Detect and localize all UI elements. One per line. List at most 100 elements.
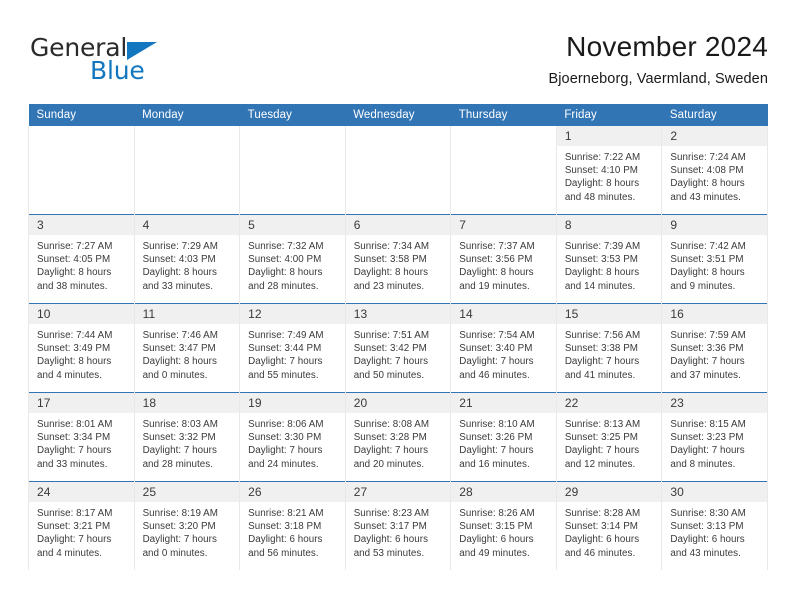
calendar-day-cell[interactable]: 20 Sunrise: 8:08 AM Sunset: 3:28 PM Dayli… bbox=[344, 392, 452, 482]
sun-times-text: Sunrise: 7:56 AM Sunset: 3:38 PM Dayligh… bbox=[564, 330, 641, 381]
calendar-table: Sunday Monday Tuesday Wednesday Thursday… bbox=[28, 104, 768, 570]
sun-times-text: Sunrise: 8:15 AM Sunset: 3:23 PM Dayligh… bbox=[670, 419, 746, 470]
sun-times-text: Sunrise: 8:13 AM Sunset: 3:25 PM Dayligh… bbox=[564, 419, 641, 470]
calendar-day-cell[interactable]: 18 Sunrise: 8:03 AM Sunset: 3:32 PM Dayli… bbox=[133, 392, 241, 482]
weekday-header-monday: Monday bbox=[134, 104, 240, 126]
general-blue-logo[interactable]: General Blue bbox=[28, 34, 258, 92]
day-number: 7 bbox=[451, 215, 556, 235]
calendar-day-cell[interactable]: 15 Sunrise: 7:56 AM Sunset: 3:38 PM Dayli… bbox=[555, 303, 663, 393]
weekday-header-sunday: Sunday bbox=[28, 104, 135, 126]
sun-times-text: Sunrise: 8:08 AM Sunset: 3:28 PM Dayligh… bbox=[353, 419, 430, 470]
sun-times-text: Sunrise: 7:42 AM Sunset: 3:51 PM Dayligh… bbox=[670, 241, 746, 292]
calendar-day-cell[interactable]: 22 Sunrise: 8:13 AM Sunset: 3:25 PM Dayli… bbox=[555, 392, 663, 482]
calendar-day-cell-empty bbox=[239, 126, 346, 215]
day-number: 8 bbox=[556, 215, 662, 235]
sun-times-text: Sunrise: 7:39 AM Sunset: 3:53 PM Dayligh… bbox=[564, 241, 641, 292]
day-number: 18 bbox=[134, 393, 240, 413]
sun-times-text: Sunrise: 7:34 AM Sunset: 3:58 PM Dayligh… bbox=[353, 241, 430, 292]
day-number: 10 bbox=[29, 304, 134, 324]
day-number: 26 bbox=[240, 482, 345, 502]
calendar-day-cell[interactable]: 26 Sunrise: 8:21 AM Sunset: 3:18 PM Dayli… bbox=[239, 481, 346, 570]
calendar-day-cell[interactable]: 23 Sunrise: 8:15 AM Sunset: 3:23 PM Dayli… bbox=[661, 392, 768, 482]
weekday-header-row: Sunday Monday Tuesday Wednesday Thursday… bbox=[28, 104, 768, 126]
day-number: 29 bbox=[556, 482, 662, 502]
calendar-day-cell[interactable]: 28 Sunrise: 8:26 AM Sunset: 3:15 PM Dayli… bbox=[450, 481, 557, 570]
day-number: 20 bbox=[345, 393, 451, 413]
calendar-week-row: 17 Sunrise: 8:01 AM Sunset: 3:34 PM Dayli… bbox=[28, 392, 768, 482]
title-block: November 2024 Bjoerneborg, Vaermland, Sw… bbox=[548, 30, 768, 90]
calendar-day-cell[interactable]: 4 Sunrise: 7:29 AM Sunset: 4:03 PM Daylig… bbox=[133, 214, 241, 304]
day-number: 23 bbox=[662, 393, 767, 413]
page-title: November 2024 bbox=[566, 31, 768, 62]
sun-times-text: Sunrise: 8:28 AM Sunset: 3:14 PM Dayligh… bbox=[564, 508, 641, 559]
calendar-day-cell[interactable]: 11 Sunrise: 7:46 AM Sunset: 3:47 PM Dayli… bbox=[133, 303, 241, 393]
weekday-header-thursday: Thursday bbox=[450, 104, 557, 126]
calendar-day-cell-empty bbox=[450, 126, 557, 215]
calendar-day-cell[interactable]: 14 Sunrise: 7:54 AM Sunset: 3:40 PM Dayli… bbox=[450, 303, 557, 393]
calendar-day-cell[interactable]: 25 Sunrise: 8:19 AM Sunset: 3:20 PM Dayli… bbox=[133, 481, 241, 570]
weekday-header-wednesday: Wednesday bbox=[345, 104, 451, 126]
day-number: 13 bbox=[345, 304, 451, 324]
sun-times-text: Sunrise: 8:01 AM Sunset: 3:34 PM Dayligh… bbox=[37, 419, 113, 470]
sun-times-text: Sunrise: 7:59 AM Sunset: 3:36 PM Dayligh… bbox=[670, 330, 746, 381]
calendar-day-cell[interactable]: 5 Sunrise: 7:32 AM Sunset: 4:00 PM Daylig… bbox=[239, 214, 346, 304]
calendar-day-cell[interactable]: 12 Sunrise: 7:49 AM Sunset: 3:44 PM Dayli… bbox=[239, 303, 346, 393]
calendar-day-cell-empty bbox=[28, 126, 135, 215]
sun-times-text: Sunrise: 8:30 AM Sunset: 3:13 PM Dayligh… bbox=[670, 508, 746, 559]
calendar-day-cell-empty bbox=[133, 126, 241, 215]
calendar-day-cell[interactable]: 16 Sunrise: 7:59 AM Sunset: 3:36 PM Dayli… bbox=[661, 303, 768, 393]
sun-times-text: Sunrise: 8:17 AM Sunset: 3:21 PM Dayligh… bbox=[37, 508, 113, 559]
calendar-day-cell[interactable]: 7 Sunrise: 7:37 AM Sunset: 3:56 PM Daylig… bbox=[450, 214, 557, 304]
day-number: 25 bbox=[134, 482, 240, 502]
day-number: 5 bbox=[240, 215, 345, 235]
calendar-day-cell[interactable]: 19 Sunrise: 8:06 AM Sunset: 3:30 PM Dayli… bbox=[239, 392, 346, 482]
calendar-day-cell[interactable]: 13 Sunrise: 7:51 AM Sunset: 3:42 PM Dayli… bbox=[344, 303, 452, 393]
calendar-day-cell[interactable]: 21 Sunrise: 8:10 AM Sunset: 3:26 PM Dayli… bbox=[450, 392, 557, 482]
calendar-week-row: 1 Sunrise: 7:22 AM Sunset: 4:10 PM Daylig… bbox=[28, 126, 768, 215]
sun-times-text: Sunrise: 7:54 AM Sunset: 3:40 PM Dayligh… bbox=[459, 330, 535, 381]
sun-times-text: Sunrise: 7:46 AM Sunset: 3:47 PM Dayligh… bbox=[142, 330, 218, 381]
sun-times-text: Sunrise: 8:19 AM Sunset: 3:20 PM Dayligh… bbox=[142, 508, 218, 559]
calendar-week-row: 24 Sunrise: 8:17 AM Sunset: 3:21 PM Dayli… bbox=[28, 481, 768, 570]
day-number: 28 bbox=[451, 482, 556, 502]
calendar-day-cell[interactable]: 2 Sunrise: 7:24 AM Sunset: 4:08 PM Daylig… bbox=[661, 126, 768, 215]
day-number: 11 bbox=[134, 304, 240, 324]
weekday-header-tuesday: Tuesday bbox=[239, 104, 346, 126]
calendar-day-cell[interactable]: 30 Sunrise: 8:30 AM Sunset: 3:13 PM Dayli… bbox=[661, 481, 768, 570]
calendar-day-cell[interactable]: 29 Sunrise: 8:28 AM Sunset: 3:14 PM Dayli… bbox=[555, 481, 663, 570]
sun-times-text: Sunrise: 8:06 AM Sunset: 3:30 PM Dayligh… bbox=[248, 419, 324, 470]
location-subtitle: Bjoerneborg, Vaermland, Sweden bbox=[548, 71, 768, 87]
calendar-day-cell[interactable]: 27 Sunrise: 8:23 AM Sunset: 3:17 PM Dayli… bbox=[344, 481, 452, 570]
day-number: 9 bbox=[662, 215, 767, 235]
calendar-day-cell[interactable]: 24 Sunrise: 8:17 AM Sunset: 3:21 PM Dayli… bbox=[28, 481, 135, 570]
day-number: 6 bbox=[345, 215, 451, 235]
day-number: 14 bbox=[451, 304, 556, 324]
day-number: 19 bbox=[240, 393, 345, 413]
calendar-day-cell[interactable]: 10 Sunrise: 7:44 AM Sunset: 3:49 PM Dayli… bbox=[28, 303, 135, 393]
day-number: 1 bbox=[556, 126, 662, 146]
day-number: 27 bbox=[345, 482, 451, 502]
sun-times-text: Sunrise: 8:03 AM Sunset: 3:32 PM Dayligh… bbox=[142, 419, 218, 470]
page-header: General Blue November 2024 Bjoerneborg, … bbox=[28, 30, 768, 98]
sun-times-text: Sunrise: 7:49 AM Sunset: 3:44 PM Dayligh… bbox=[248, 330, 324, 381]
sun-times-text: Sunrise: 8:23 AM Sunset: 3:17 PM Dayligh… bbox=[353, 508, 430, 559]
calendar-day-cell[interactable]: 6 Sunrise: 7:34 AM Sunset: 3:58 PM Daylig… bbox=[344, 214, 452, 304]
sun-times-text: Sunrise: 8:21 AM Sunset: 3:18 PM Dayligh… bbox=[248, 508, 324, 559]
day-number: 16 bbox=[662, 304, 767, 324]
sun-times-text: Sunrise: 7:27 AM Sunset: 4:05 PM Dayligh… bbox=[37, 241, 113, 292]
calendar-page: General Blue November 2024 Bjoerneborg, … bbox=[0, 0, 792, 612]
calendar-day-cell[interactable]: 9 Sunrise: 7:42 AM Sunset: 3:51 PM Daylig… bbox=[661, 214, 768, 304]
calendar-body: 1 Sunrise: 7:22 AM Sunset: 4:10 PM Daylig… bbox=[28, 126, 768, 570]
sun-times-text: Sunrise: 7:44 AM Sunset: 3:49 PM Dayligh… bbox=[37, 330, 113, 381]
day-number: 3 bbox=[29, 215, 134, 235]
calendar-day-cell[interactable]: 3 Sunrise: 7:27 AM Sunset: 4:05 PM Daylig… bbox=[28, 214, 135, 304]
day-number: 12 bbox=[240, 304, 345, 324]
calendar-day-cell[interactable]: 8 Sunrise: 7:39 AM Sunset: 3:53 PM Daylig… bbox=[555, 214, 663, 304]
sun-times-text: Sunrise: 7:37 AM Sunset: 3:56 PM Dayligh… bbox=[459, 241, 535, 292]
calendar-day-cell[interactable]: 1 Sunrise: 7:22 AM Sunset: 4:10 PM Daylig… bbox=[555, 126, 663, 215]
sun-times-text: Sunrise: 7:51 AM Sunset: 3:42 PM Dayligh… bbox=[353, 330, 430, 381]
day-number: 30 bbox=[662, 482, 767, 502]
calendar-day-cell[interactable]: 17 Sunrise: 8:01 AM Sunset: 3:34 PM Dayli… bbox=[28, 392, 135, 482]
day-number: 17 bbox=[29, 393, 134, 413]
weekday-header-saturday: Saturday bbox=[661, 104, 768, 126]
